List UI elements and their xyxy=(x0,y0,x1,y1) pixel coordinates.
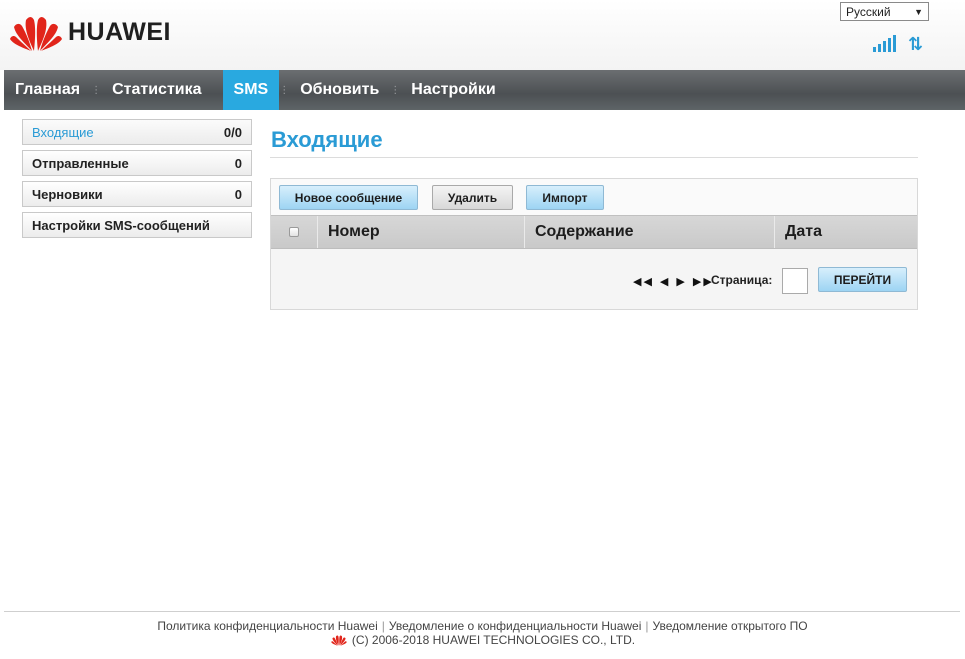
header: HUAWEI Русский ▼ ⇅ xyxy=(0,0,965,70)
new-message-button[interactable]: Новое сообщение xyxy=(279,185,418,210)
sidebar-item-sms-settings[interactable]: Настройки SMS-сообщений xyxy=(22,212,252,238)
next-page-icon[interactable]: ▶ xyxy=(676,275,686,288)
go-button[interactable]: ПЕРЕЙТИ xyxy=(818,267,907,292)
language-select[interactable]: Русский ▼ xyxy=(840,2,929,21)
column-date[interactable]: Дата xyxy=(775,216,917,248)
sidebar-item-label: Черновики xyxy=(32,186,103,202)
sms-sidebar: Входящие 0/0 Отправленные 0 Черновики 0 … xyxy=(22,119,252,243)
sidebar-item-label: Настройки SMS-сообщений xyxy=(32,217,210,233)
sidebar-item-count: 0 xyxy=(234,186,242,202)
privacy-policy-link[interactable]: Политика конфиденциальности Huawei xyxy=(157,619,377,633)
column-content[interactable]: Содержание xyxy=(525,216,775,248)
footer-separator: | xyxy=(645,619,649,633)
copyright-text: (C) 2006-2018 HUAWEI TECHNOLOGIES CO., L… xyxy=(351,633,636,647)
footer-divider xyxy=(4,611,960,612)
sidebar-item-count: 0/0 xyxy=(223,124,242,140)
sidebar-item-label: Входящие xyxy=(32,124,94,140)
status-icons: ⇅ xyxy=(873,34,924,54)
nav-separator: ⋮ xyxy=(279,84,290,96)
inbox-panel: Новое сообщение Удалить Импорт Номер Сод… xyxy=(270,178,918,310)
data-transfer-icon: ⇅ xyxy=(908,34,924,54)
huawei-flower-small-icon xyxy=(331,635,347,646)
title-divider xyxy=(270,157,918,158)
first-page-icon[interactable]: ◀◀ xyxy=(633,275,654,288)
nav-separator: ⋮ xyxy=(390,84,401,96)
pager-nav: ◀◀ ◀ ▶ ▶▶ xyxy=(633,275,714,288)
prev-page-icon[interactable]: ◀ xyxy=(660,275,670,288)
brand-name: HUAWEI xyxy=(68,17,171,46)
select-all-checkbox[interactable] xyxy=(289,227,299,237)
column-number[interactable]: Номер xyxy=(318,216,525,248)
select-all-cell xyxy=(271,216,318,248)
nav-statistics[interactable]: Статистика xyxy=(101,70,212,110)
footer-copyright: (C) 2006-2018 HUAWEI TECHNOLOGIES CO., L… xyxy=(0,633,965,647)
pagination: ◀◀ ◀ ▶ ▶▶ Страница: ПЕРЕЙТИ xyxy=(271,250,917,309)
table-header: Номер Содержание Дата xyxy=(271,215,917,249)
import-button[interactable]: Импорт xyxy=(526,185,604,210)
huawei-flower-icon xyxy=(10,17,62,51)
language-value: Русский xyxy=(846,4,891,19)
sidebar-item-sent[interactable]: Отправленные 0 xyxy=(22,150,252,176)
nav-separator: ⋮ xyxy=(91,84,102,96)
signal-strength-icon xyxy=(873,35,896,52)
page-label: Страница: xyxy=(711,273,773,287)
toolbar: Новое сообщение Удалить Импорт xyxy=(271,179,917,215)
sidebar-item-label: Отправленные xyxy=(32,155,129,171)
delete-button[interactable]: Удалить xyxy=(432,185,513,210)
sidebar-item-drafts[interactable]: Черновики 0 xyxy=(22,181,252,207)
sidebar-item-count: 0 xyxy=(234,155,242,171)
main-nav: Главная ⋮ Статистика ⋮ SMS ⋮ Обновить ⋮ … xyxy=(4,70,965,110)
open-source-notice-link[interactable]: Уведомление открытого ПО xyxy=(653,619,808,633)
nav-home[interactable]: Главная xyxy=(4,70,91,110)
nav-sms[interactable]: SMS xyxy=(222,70,280,110)
privacy-notice-link[interactable]: Уведомление о конфиденциальности Huawei xyxy=(389,619,641,633)
footer-links: Политика конфиденциальности Huawei | Уведо… xyxy=(0,619,965,633)
nav-update[interactable]: Обновить xyxy=(289,70,390,110)
dropdown-arrow-icon: ▼ xyxy=(914,6,923,17)
nav-settings[interactable]: Настройки xyxy=(400,70,506,110)
sidebar-item-inbox[interactable]: Входящие 0/0 xyxy=(22,119,252,145)
huawei-logo: HUAWEI xyxy=(10,12,171,52)
page-number-input[interactable] xyxy=(782,268,808,294)
page-title: Входящие xyxy=(271,127,383,152)
footer-separator: | xyxy=(381,619,385,633)
